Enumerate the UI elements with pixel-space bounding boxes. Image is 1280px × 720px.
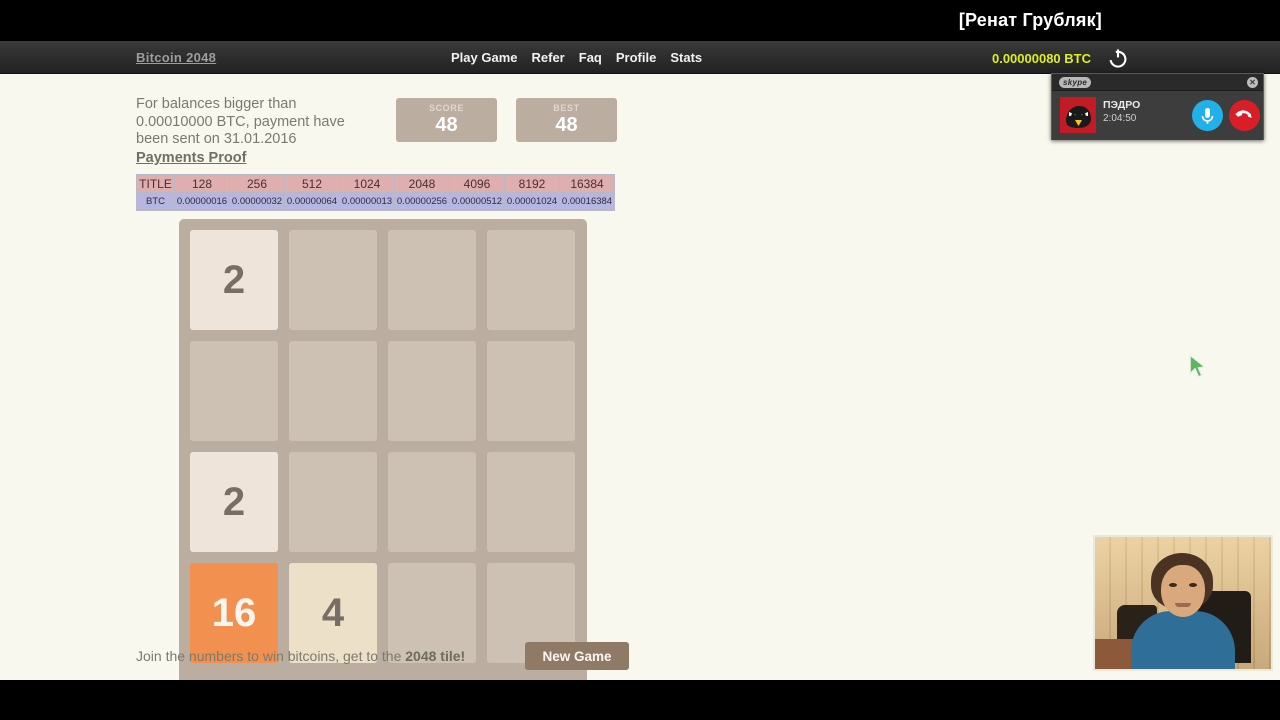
skype-call-timer: 2:04:50 <box>1103 113 1137 124</box>
payout-value-1024: 0.00000013 <box>339 192 395 211</box>
payout-header-16384: 16384 <box>559 174 615 193</box>
webcam-person-eye-left <box>1169 583 1177 587</box>
screen-capture: [Ренат Грубляк] Bitcoin 2048 Play Game R… <box>0 0 1280 720</box>
tile-r2c4 <box>487 341 575 441</box>
nav-item-profile[interactable]: Profile <box>616 50 656 65</box>
skype-caller-name: ПЭДРО <box>1103 99 1141 111</box>
webcam-desk <box>1095 639 1135 669</box>
nav-item-stats[interactable]: Stats <box>670 50 702 65</box>
webcam-person-eye-right <box>1189 583 1197 587</box>
tile-r3c1: 2 <box>190 452 278 552</box>
balance-notice-line-2: 0.00010000 BTC, payment have <box>136 113 345 130</box>
payout-value-16384: 0.00016384 <box>559 192 615 211</box>
tile-r3c3 <box>388 452 476 552</box>
webcam-person-face <box>1161 565 1205 617</box>
score-value: 48 <box>435 114 458 136</box>
bottom-letterbox <box>0 680 1280 720</box>
payout-header-8192: 8192 <box>504 174 560 193</box>
payout-header-256: 256 <box>229 174 285 193</box>
game-grid: 2 2 16 4 <box>190 230 576 686</box>
microphone-icon[interactable] <box>1192 100 1223 131</box>
payments-proof-link[interactable]: Payments Proof <box>136 150 246 166</box>
page-body: For balances bigger than 0.00010000 BTC,… <box>0 74 1280 697</box>
stream-title: [Ренат Грубляк] <box>958 10 1102 30</box>
btc-balance: 0.00000080 BTC <box>991 51 1091 66</box>
webcam-person-torso <box>1131 611 1235 669</box>
new-game-button[interactable]: New Game <box>525 642 629 670</box>
tile-r2c3 <box>388 341 476 441</box>
payout-value-8192: 0.00001024 <box>504 192 560 211</box>
skype-logo: skype <box>1059 77 1092 88</box>
payout-value-4096: 0.00000512 <box>449 192 505 211</box>
site-navbar: Bitcoin 2048 Play Game Refer Faq Profile… <box>0 41 1280 74</box>
instructions-goal: 2048 tile! <box>405 648 466 664</box>
hangup-icon[interactable] <box>1229 100 1260 131</box>
nav-item-faq[interactable]: Faq <box>579 50 602 65</box>
tile-r1c4 <box>487 230 575 330</box>
payout-header-512: 512 <box>284 174 340 193</box>
nav-links: Play Game Refer Faq Profile Stats <box>451 50 702 65</box>
brand-link[interactable]: Bitcoin 2048 <box>136 50 216 65</box>
skype-call-panel[interactable]: skype ✕ ПЭДРО 2:04:50 <box>1051 73 1264 140</box>
tile-r3c2 <box>289 452 377 552</box>
nav-item-play-game[interactable]: Play Game <box>451 50 518 65</box>
payout-value-512: 0.00000064 <box>284 192 340 211</box>
payout-row-label: BTC <box>136 192 175 211</box>
best-score-box: BEST 48 <box>516 98 617 142</box>
power-icon[interactable] <box>1106 46 1130 70</box>
close-icon[interactable]: ✕ <box>1247 77 1258 88</box>
payout-header-128: 128 <box>174 174 230 193</box>
game-board[interactable]: 2 2 16 4 <box>179 219 587 697</box>
webcam-feed <box>1093 535 1273 671</box>
tile-r2c2 <box>289 341 377 441</box>
skype-titlebar: skype ✕ <box>1052 74 1263 91</box>
payout-table-header-row: TITLE 128 256 512 1024 2048 4096 8192 16… <box>136 174 615 193</box>
tile-r3c4 <box>487 452 575 552</box>
best-label: BEST <box>553 103 580 113</box>
payout-header-2048: 2048 <box>394 174 450 193</box>
score-box: SCORE 48 <box>396 98 497 142</box>
nav-item-refer[interactable]: Refer <box>532 50 565 65</box>
instructions-text: Join the numbers to win bitcoins, get to… <box>136 648 406 664</box>
payout-value-256: 0.00000032 <box>229 192 285 211</box>
payout-value-128: 0.00000016 <box>174 192 230 211</box>
payout-table: TITLE 128 256 512 1024 2048 4096 8192 16… <box>136 174 615 211</box>
payout-header-title: TITLE <box>136 174 175 193</box>
top-letterbox: [Ренат Грубляк] <box>0 0 1280 41</box>
payout-table-row: BTC 0.00000016 0.00000032 0.00000064 0.0… <box>136 192 615 211</box>
balance-notice-line-3: been sent on 31.01.2016 <box>136 131 297 147</box>
best-value: 48 <box>555 114 578 136</box>
webcam-person-mouth <box>1175 603 1191 607</box>
tile-r1c3 <box>388 230 476 330</box>
skype-call-body: ПЭДРО 2:04:50 <box>1052 91 1263 140</box>
tile-r1c1: 2 <box>190 230 278 330</box>
payout-value-2048: 0.00000256 <box>394 192 450 211</box>
payout-header-1024: 1024 <box>339 174 395 193</box>
score-label: SCORE <box>428 103 464 113</box>
balance-notice-line-1: For balances bigger than <box>136 96 297 112</box>
angry-birds-avatar-icon <box>1060 97 1096 133</box>
tile-r2c1 <box>190 341 278 441</box>
payout-header-4096: 4096 <box>449 174 505 193</box>
balance-notice: For balances bigger than 0.00010000 BTC,… <box>136 96 368 149</box>
tile-r1c2 <box>289 230 377 330</box>
game-instructions: Join the numbers to win bitcoins, get to… <box>136 648 465 664</box>
